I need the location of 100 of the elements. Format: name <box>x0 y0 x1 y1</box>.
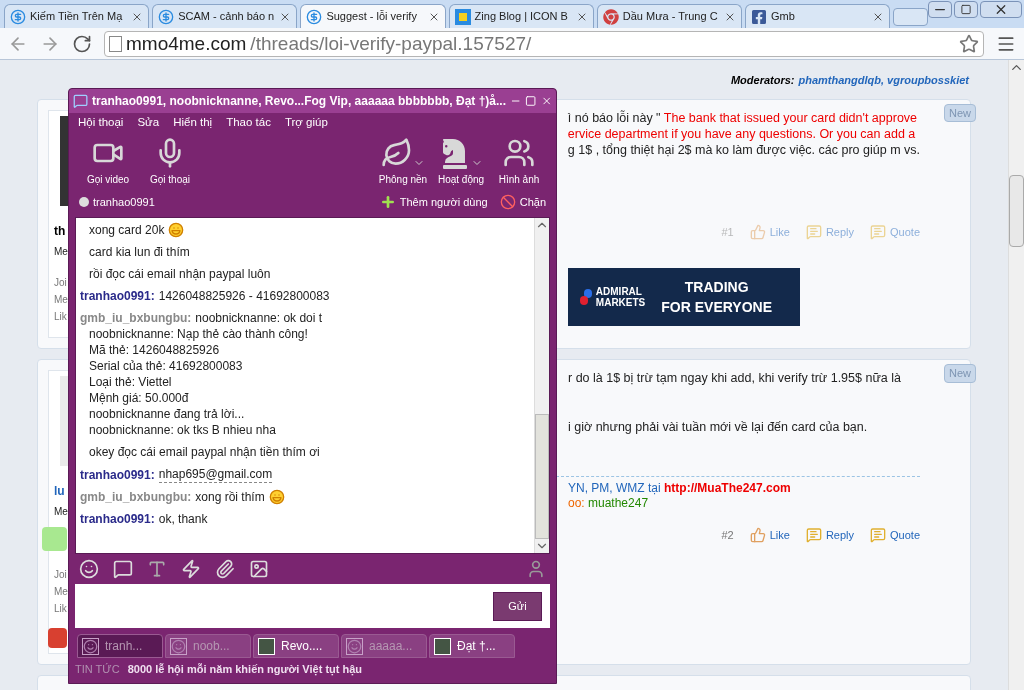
user-stat: Me <box>54 585 68 599</box>
speech-bubble-icon <box>870 527 887 544</box>
brand-text: MARKETS <box>595 297 646 308</box>
dollar-icon <box>306 8 323 25</box>
contact-photo-placeholder <box>258 637 275 655</box>
leaf-icon <box>381 137 413 169</box>
user-title: Me <box>54 244 68 259</box>
post-text: g 1$ , tổng thiệt hại 2$ mà ko làm được việc. các pro giúp m vs. <box>567 141 920 158</box>
person-icon[interactable] <box>526 559 546 579</box>
minimize-icon[interactable] <box>928 1 953 18</box>
toolbar-button[interactable]: Gọi video <box>77 137 139 187</box>
star-icon[interactable] <box>959 33 979 54</box>
browser-tab[interactable]: Zing Blog | ICON B <box>448 4 594 28</box>
smiley-icon <box>346 637 363 655</box>
post-text: r do là 1$ bị trừ tạm ngay khi add, khi verify trừ 1.95$ nữa là <box>568 370 902 386</box>
message-text: Mệnh giá: 50.000đ <box>88 390 190 406</box>
contact-photo-placeholder <box>434 637 451 655</box>
menu-item[interactable]: Sửa <box>137 114 160 132</box>
menu-item[interactable]: Trợ giúp <box>284 114 328 132</box>
post-action-link[interactable]: Like <box>749 527 790 544</box>
dollar-icon <box>10 8 26 25</box>
circle-logo-icon <box>602 8 619 25</box>
moderator-links[interactable]: phamthangdlqb, vgroupbosskiet <box>798 72 969 89</box>
sender-name: gmb_iu_bxbungbu: <box>80 310 192 326</box>
f-logo-icon <box>751 8 767 25</box>
reload-icon[interactable] <box>72 33 92 54</box>
rank-banner <box>42 527 67 551</box>
address-bar[interactable]: mmo4me.com /threads/loi-verify-paypal.157527/ <box>104 30 984 57</box>
image-icon[interactable] <box>249 559 269 579</box>
scroll-thumb[interactable] <box>1009 175 1024 247</box>
smiley-icon <box>268 489 285 505</box>
toolbar-button[interactable]: Phông nền <box>374 137 432 187</box>
scrollbar[interactable] <box>534 218 549 553</box>
menu-item[interactable]: Thao tác <box>226 114 271 132</box>
message-text: Loại thẻ: Viettel <box>88 374 173 390</box>
dollar-icon <box>158 8 175 25</box>
user-stat: Lik <box>54 602 67 616</box>
browser-tab[interactable]: Kiếm Tiền Trên Mạ <box>4 4 150 28</box>
post-number[interactable]: #2 <box>721 527 734 544</box>
ad-banner[interactable]: ADMIRAL MARKETS TRADING FOR EVERYONE <box>567 268 800 326</box>
conversation-tab[interactable]: Đạt †... <box>429 634 515 658</box>
news-headline[interactable]: 8000 lễ hội mỗi năm khiến người Việt tụt hậu <box>127 660 363 678</box>
browser-tab[interactable]: SCAM - cảnh báo n <box>152 4 298 28</box>
new-badge: New <box>944 364 976 383</box>
speech-bubble-icon <box>870 223 887 240</box>
people-photo-icon <box>503 137 535 169</box>
message-text: Serial của thẻ: 41692800083 <box>88 358 244 374</box>
window-title: tranhao0991, noobnicknanne, Revo...Fog Vip, aaaaaa bbbbbbb, Đạt †)å... <box>92 93 506 110</box>
sender-name: tranhao0991: <box>80 466 155 483</box>
browser-tab[interactable]: Suggest - lỗi verify <box>300 4 446 28</box>
message-text: 1426048825926 - 41692800083 <box>158 288 330 304</box>
user-stat: Joi <box>54 568 67 582</box>
conversation-tab[interactable]: tranh... <box>77 634 163 658</box>
block-link[interactable]: Chặn <box>519 193 546 211</box>
message-text: noobnicknanne: Nạp thẻ cào thành công! <box>88 326 309 342</box>
add-user-link[interactable]: Thêm người dùng <box>399 193 488 211</box>
buzz-icon[interactable] <box>181 559 201 579</box>
chat-bubble-icon <box>73 93 89 109</box>
browser-tab[interactable]: Gmb <box>745 4 891 28</box>
close-icon[interactable] <box>540 95 552 107</box>
browser-tab[interactable]: Dầu Mưa - Trung C <box>596 4 742 28</box>
contact-name: tranhao0991 <box>93 194 155 210</box>
email-link[interactable]: nhap695@gmail.com <box>158 466 273 483</box>
dots-logo-icon <box>579 289 592 305</box>
conversation-tab[interactable]: Revo.... <box>253 634 339 658</box>
close-icon[interactable] <box>980 1 1023 18</box>
speech-bubble-icon[interactable] <box>113 559 133 579</box>
menu-item[interactable]: Hội thoại <box>78 114 124 132</box>
plus-icon <box>379 194 396 210</box>
toolbar-button[interactable]: Hoạt động <box>432 137 490 187</box>
smiley-icon[interactable] <box>79 559 99 579</box>
smiley-icon <box>168 222 185 238</box>
send-button[interactable]: Gửi <box>493 591 542 621</box>
paperclip-icon[interactable] <box>215 559 235 579</box>
user-stat: Me <box>54 292 68 307</box>
post-action-link[interactable]: Reply <box>805 527 855 544</box>
user-name[interactable]: lu <box>54 482 65 500</box>
toolbar-button[interactable]: Hình ảnh <box>490 137 548 187</box>
font-icon[interactable] <box>147 559 167 579</box>
message-text: Mã thẻ: 1426048825926 <box>88 342 221 358</box>
new-badge: New <box>944 103 976 122</box>
message-input[interactable]: Gửi <box>75 584 550 628</box>
toolbar-button[interactable]: Gọi thoại <box>139 137 201 187</box>
user-stat: Lik <box>54 309 67 324</box>
page-scrollbar[interactable] <box>1008 60 1024 690</box>
scroll-thumb[interactable] <box>535 414 549 539</box>
menu-item[interactable]: Hiển thị <box>173 114 213 132</box>
post-text: ì nó báo lỗi này " The bank that issued your card didn't approve <box>567 109 919 126</box>
profile-action-button[interactable] <box>48 628 67 648</box>
post-action-link[interactable]: Quote <box>870 527 920 544</box>
smiley-icon <box>170 637 187 655</box>
moderators-label: Moderators: <box>730 73 795 88</box>
smiley-icon <box>82 637 99 655</box>
maximize-icon[interactable] <box>954 1 979 18</box>
news-label: TIN TỨC <box>75 661 120 677</box>
message-text: xong rồi thím <box>195 489 265 505</box>
user-name[interactable]: th <box>54 221 66 240</box>
message-text: xong card 20k <box>89 222 165 238</box>
thumbs-up-icon <box>749 527 766 544</box>
message-text: noobnicknanne: ok doi t <box>195 310 323 326</box>
